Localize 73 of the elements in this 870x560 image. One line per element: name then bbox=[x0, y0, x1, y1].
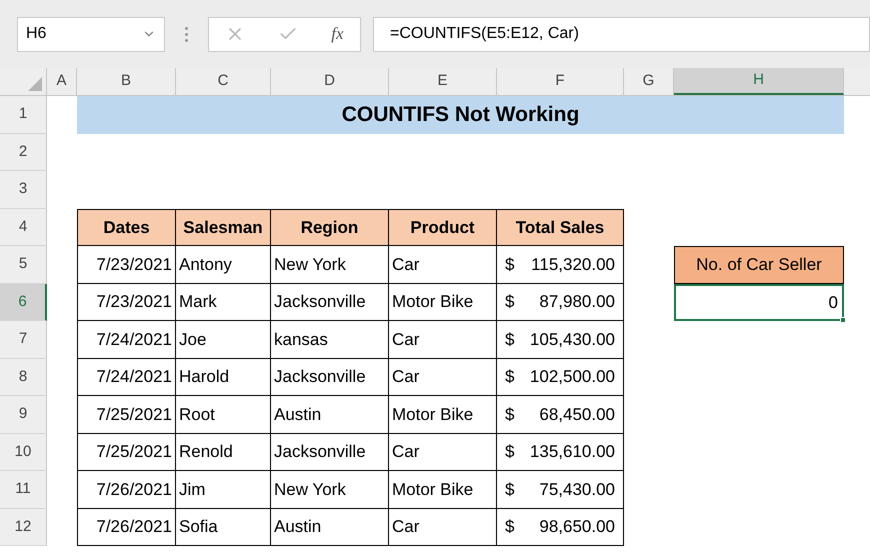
separator-handle-icon bbox=[185, 26, 188, 42]
table-cell: $ 115,320.00 bbox=[497, 246, 624, 284]
row-header[interactable]: 1 bbox=[0, 96, 47, 134]
row-header[interactable]: 6 bbox=[0, 284, 47, 321]
table-cell: 7/26/2021 bbox=[77, 508, 176, 546]
column-header[interactable]: A bbox=[47, 68, 77, 95]
row-header[interactable]: 5 bbox=[0, 246, 47, 284]
table-header-cell: Total Sales bbox=[497, 208, 624, 246]
table-cell: $ 87,980.00 bbox=[497, 284, 624, 321]
table-cell: Car bbox=[389, 508, 497, 546]
table-cell: Antony bbox=[176, 246, 271, 284]
table-header-cell: Product bbox=[389, 208, 497, 246]
table-cell: Root bbox=[176, 396, 271, 434]
table-cell: Motor Bike bbox=[389, 471, 497, 508]
table-cell: Jim bbox=[176, 471, 271, 508]
table-cell: Car bbox=[389, 434, 497, 471]
fill-handle-icon[interactable] bbox=[840, 317, 846, 323]
column-header[interactable]: C bbox=[176, 68, 271, 95]
table-cell: 7/25/2021 bbox=[77, 434, 176, 471]
row-header[interactable]: 4 bbox=[0, 208, 47, 246]
row-header[interactable]: 11 bbox=[0, 471, 47, 508]
row-header[interactable]: 7 bbox=[0, 321, 47, 358]
table-cell: Mark bbox=[176, 284, 271, 321]
table-cell: Motor Bike bbox=[389, 396, 497, 434]
result-header-cell: No. of Car Seller bbox=[674, 246, 844, 284]
row-header[interactable]: 12 bbox=[0, 508, 47, 546]
column-header[interactable]: D bbox=[271, 68, 389, 95]
row-header[interactable]: 8 bbox=[0, 358, 47, 396]
table-cell: Car bbox=[389, 358, 497, 396]
table-cell: New York bbox=[271, 471, 389, 508]
formula-field[interactable]: =COUNTIFS(E5:E12, Car) bbox=[373, 16, 870, 52]
table-header-cell: Salesman bbox=[176, 208, 271, 246]
row-header[interactable]: 10 bbox=[0, 434, 47, 471]
insert-function-button[interactable]: fx bbox=[331, 21, 344, 47]
table-cell: $ 102,500.00 bbox=[497, 358, 624, 396]
row-header[interactable]: 9 bbox=[0, 396, 47, 434]
column-header[interactable]: B bbox=[77, 68, 176, 95]
table-cell: Motor Bike bbox=[389, 284, 497, 321]
column-header[interactable]: E bbox=[389, 68, 497, 95]
table-cell: Sofia bbox=[176, 508, 271, 546]
table-cell: 7/24/2021 bbox=[77, 358, 176, 396]
corner-triangle-icon bbox=[28, 77, 42, 91]
table-cell: $ 135,610.00 bbox=[497, 434, 624, 471]
table-cell: 7/23/2021 bbox=[77, 284, 176, 321]
table-cell: $ 68,450.00 bbox=[497, 396, 624, 434]
table-cell: New York bbox=[271, 246, 389, 284]
table-cell: Car bbox=[389, 246, 497, 284]
row-header[interactable]: 3 bbox=[0, 171, 47, 208]
result-cell[interactable]: 0 bbox=[674, 284, 844, 321]
table-header-cell: Dates bbox=[77, 208, 176, 246]
table-cell: Harold bbox=[176, 358, 271, 396]
column-header[interactable]: H bbox=[674, 68, 844, 95]
table-cell: Austin bbox=[271, 396, 389, 434]
title-banner: COUNTIFS Not Working bbox=[77, 96, 844, 134]
table-cell: $ 98,650.00 bbox=[497, 508, 624, 546]
table-header-cell: Region bbox=[271, 208, 389, 246]
table-cell: $ 105,430.00 bbox=[497, 321, 624, 358]
table-cell: kansas bbox=[271, 321, 389, 358]
table-cell: Car bbox=[389, 321, 497, 358]
table-cell: 7/25/2021 bbox=[77, 396, 176, 434]
name-box[interactable]: H6 bbox=[17, 16, 165, 52]
row-header[interactable]: 2 bbox=[0, 134, 47, 171]
table-cell: Joe bbox=[176, 321, 271, 358]
table-cell: 7/24/2021 bbox=[77, 321, 176, 358]
table-cell: 7/23/2021 bbox=[77, 246, 176, 284]
table-cell: Austin bbox=[271, 508, 389, 546]
column-header[interactable]: F bbox=[497, 68, 624, 95]
table-cell: Renold bbox=[176, 434, 271, 471]
table-cell: 7/26/2021 bbox=[77, 471, 176, 508]
table-cell: Jacksonville bbox=[271, 358, 389, 396]
table-cell: Jacksonville bbox=[271, 284, 389, 321]
table-cell: Jacksonville bbox=[271, 434, 389, 471]
table-cell: $ 75,430.00 bbox=[497, 471, 624, 508]
